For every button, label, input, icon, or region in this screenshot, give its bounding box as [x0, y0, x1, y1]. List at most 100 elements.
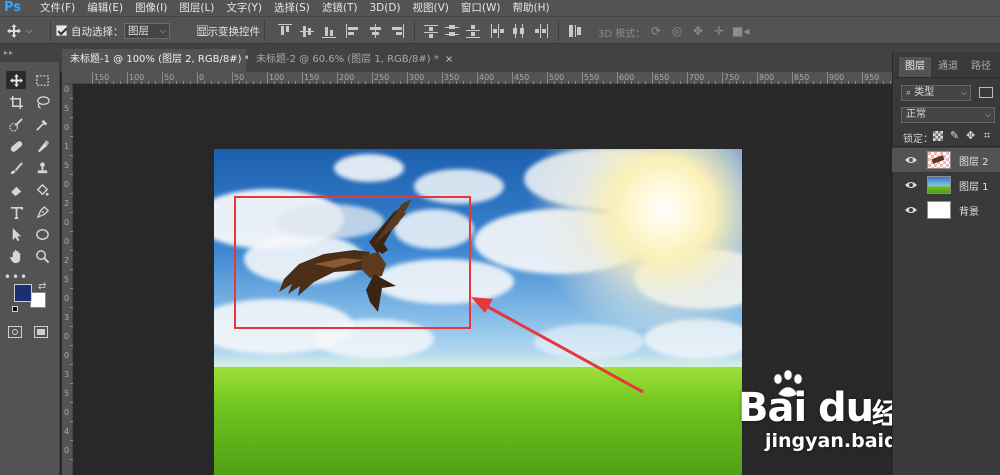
default-colors-icon[interactable]	[12, 306, 18, 312]
brush-tool[interactable]	[6, 159, 26, 177]
marquee-tool[interactable]	[32, 71, 52, 89]
distribute-bottom-icon[interactable]	[466, 24, 480, 38]
history-brush-tool[interactable]	[6, 181, 26, 199]
swap-colors-icon[interactable]: ⇄	[38, 282, 46, 292]
close-icon[interactable]: ×	[445, 54, 453, 65]
menu-window[interactable]: 窗口(W)	[455, 0, 507, 16]
vertical-ruler[interactable]: 0 5 0 1 5 0 2 0 0 2 5 0 3 0 0 3 5 0 4 0	[62, 84, 73, 475]
layer-filter-dropdown[interactable]: ⌕ 类型 ⌵	[901, 85, 971, 101]
lasso-tool[interactable]	[32, 93, 52, 111]
tab-layers[interactable]: 图层	[899, 57, 931, 77]
auto-select-checkbox[interactable]	[56, 25, 67, 36]
align-left-icon[interactable]	[346, 24, 360, 38]
lock-position-icon[interactable]: ✥	[966, 129, 975, 142]
tab-document-1[interactable]: 未标题-1 @ 100% (图层 2, RGB/8#) *×	[62, 49, 264, 72]
3d-orbit-icon[interactable]: ⟳	[648, 24, 664, 38]
lock-transparent-icon[interactable]	[933, 131, 943, 141]
options-divider	[50, 21, 51, 41]
3d-slide-icon[interactable]: ✛	[711, 24, 727, 38]
distribute-top-icon[interactable]	[424, 24, 438, 38]
eye-icon[interactable]	[904, 205, 918, 215]
image-filter-icon[interactable]	[979, 87, 993, 98]
background-color-swatch[interactable]	[30, 292, 46, 308]
gradient-tool[interactable]	[32, 181, 52, 199]
distribute-right-icon[interactable]	[534, 24, 548, 38]
menu-edit[interactable]: 编辑(E)	[81, 0, 129, 16]
quick-selection-icon	[8, 117, 23, 132]
options-divider	[264, 21, 265, 41]
distribute-horizontal-center-icon[interactable]	[512, 24, 526, 38]
layer-name[interactable]: 图层 1	[959, 178, 989, 193]
ellipse-icon	[35, 228, 49, 240]
distribute-left-icon[interactable]	[490, 24, 504, 38]
layer-row[interactable]: 图层 2	[892, 148, 1000, 172]
toolbox-grip[interactable]: ▸▸	[4, 48, 20, 57]
ruler-tick	[652, 72, 653, 84]
screen-mode-icon[interactable]	[34, 326, 48, 338]
distribute-vertical-center-icon[interactable]	[445, 24, 459, 38]
tab-paths[interactable]: 路径	[966, 57, 996, 77]
hand-tool[interactable]	[6, 247, 26, 265]
ruler-label: 0	[64, 294, 70, 303]
lock-artboard-icon[interactable]: ⌗	[984, 129, 990, 143]
menu-view[interactable]: 视图(V)	[407, 0, 455, 16]
align-vertical-center-icon[interactable]	[300, 24, 314, 38]
color-sampler-tool[interactable]	[32, 137, 52, 155]
quick-mask-icon[interactable]	[8, 326, 22, 338]
ruler-label: 5	[64, 104, 70, 113]
layer-row[interactable]: 图层 1	[892, 173, 1000, 197]
3d-pan-icon[interactable]: ✥	[690, 24, 706, 38]
lock-label: 锁定：	[903, 134, 933, 145]
ruler-label: 0	[64, 408, 70, 417]
layer-name[interactable]: 图层 2	[959, 153, 989, 168]
menu-file[interactable]: 文件(F)	[34, 0, 81, 16]
horizontal-ruler[interactable]: 150 100 50 0 50 100 150 200 250 300 350 400 450 500 55…	[62, 72, 892, 84]
crop-tool[interactable]	[6, 93, 26, 111]
menu-image[interactable]: 图像(I)	[129, 0, 173, 16]
eyedropper-tool[interactable]	[32, 115, 52, 133]
eye-icon[interactable]	[904, 180, 918, 190]
menu-filter[interactable]: 滤镜(T)	[316, 0, 364, 16]
eye-icon[interactable]	[904, 155, 918, 165]
menu-type[interactable]: 文字(Y)	[220, 0, 268, 16]
align-top-icon[interactable]	[278, 24, 292, 38]
clone-stamp-tool[interactable]	[32, 159, 52, 177]
align-right-icon[interactable]	[390, 24, 404, 38]
auto-select-dropdown[interactable]: 图层 ⌵	[124, 23, 170, 39]
healing-brush-tool[interactable]	[6, 137, 26, 155]
layer-name[interactable]: 背景	[959, 203, 979, 218]
ruler-tick	[862, 72, 863, 84]
panel-grip[interactable]	[892, 44, 1000, 52]
align-horizontal-center-icon[interactable]	[368, 24, 382, 38]
3d-roll-icon[interactable]: ◎	[669, 24, 685, 38]
menu-layer[interactable]: 图层(L)	[173, 0, 220, 16]
ruler-tick	[197, 72, 198, 84]
3d-scale-icon[interactable]: ■◂	[732, 24, 749, 38]
align-bottom-icon[interactable]	[322, 24, 336, 38]
move-tool-preset-picker[interactable]: ⌵	[6, 22, 46, 40]
auto-align-layers-icon[interactable]	[568, 24, 582, 38]
foreground-color-swatch[interactable]	[14, 284, 32, 302]
quick-selection-tool[interactable]	[6, 115, 26, 133]
lock-pixels-icon[interactable]: ✎	[950, 129, 959, 142]
type-tool[interactable]	[6, 203, 26, 221]
shape-tool[interactable]	[32, 225, 52, 243]
menu-help[interactable]: 帮助(H)	[507, 0, 556, 16]
ruler-tick	[302, 72, 303, 84]
ruler-tick	[477, 72, 478, 84]
move-tool[interactable]	[6, 71, 26, 89]
menu-3d[interactable]: 3D(D)	[363, 0, 406, 16]
layer-row[interactable]: 背景	[892, 198, 1000, 222]
tab-document-2[interactable]: 未标题-2 @ 60.6% (图层 1, RGB/8#) * ×	[248, 49, 453, 72]
tab-channels[interactable]: 通道	[933, 57, 963, 77]
path-selection-tool[interactable]	[6, 225, 26, 243]
pen-nib-icon	[37, 139, 49, 152]
blend-mode-dropdown[interactable]: 正常 ⌵	[901, 107, 995, 123]
3d-mode-label: 3D 模式：	[598, 29, 646, 40]
zoom-tool[interactable]	[32, 247, 52, 265]
crop-icon	[9, 95, 23, 109]
arrow-pointer-icon	[12, 227, 21, 241]
menu-select[interactable]: 选择(S)	[268, 0, 316, 16]
document-tabs: 未标题-1 @ 100% (图层 2, RGB/8#) *× 未标题-2 @ 6…	[0, 44, 1000, 72]
pen-tool[interactable]	[32, 203, 52, 221]
